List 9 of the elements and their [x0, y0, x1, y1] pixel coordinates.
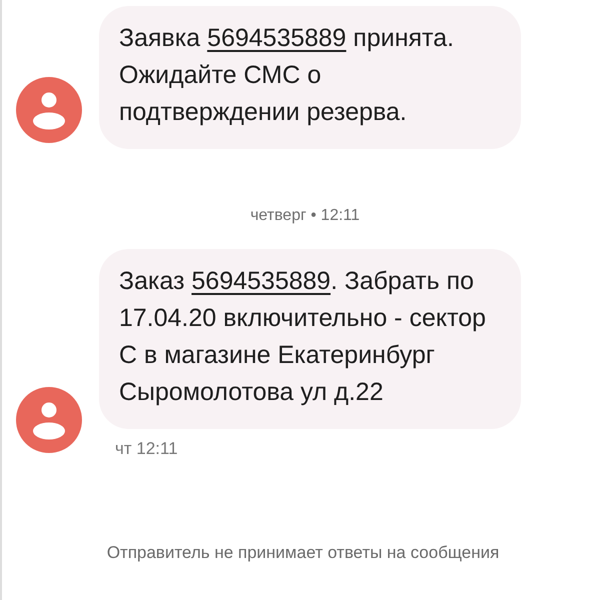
message-text: Заявка 5694535889 принята. Ожидайте СМС о подтверждении резерва. [119, 23, 455, 128]
reply-disabled-notice: Отправитель не принимает ответы на сообщения [106, 543, 500, 563]
order-number-link[interactable]: 5694535889 [207, 24, 346, 52]
contact-avatar-icon [16, 387, 82, 453]
contact-avatar-icon [16, 77, 82, 143]
message-time: чт 12:11 [115, 439, 179, 459]
order-number-link[interactable]: 5694535889 [192, 267, 331, 295]
date-separator: четверг • 12:11 [250, 207, 360, 225]
message-text: Заказ 5694535889. Забрать по 17.04.20 включительно - сектор С в магазине Екатеринбург Сыромолотова ул д.22 [119, 266, 487, 408]
